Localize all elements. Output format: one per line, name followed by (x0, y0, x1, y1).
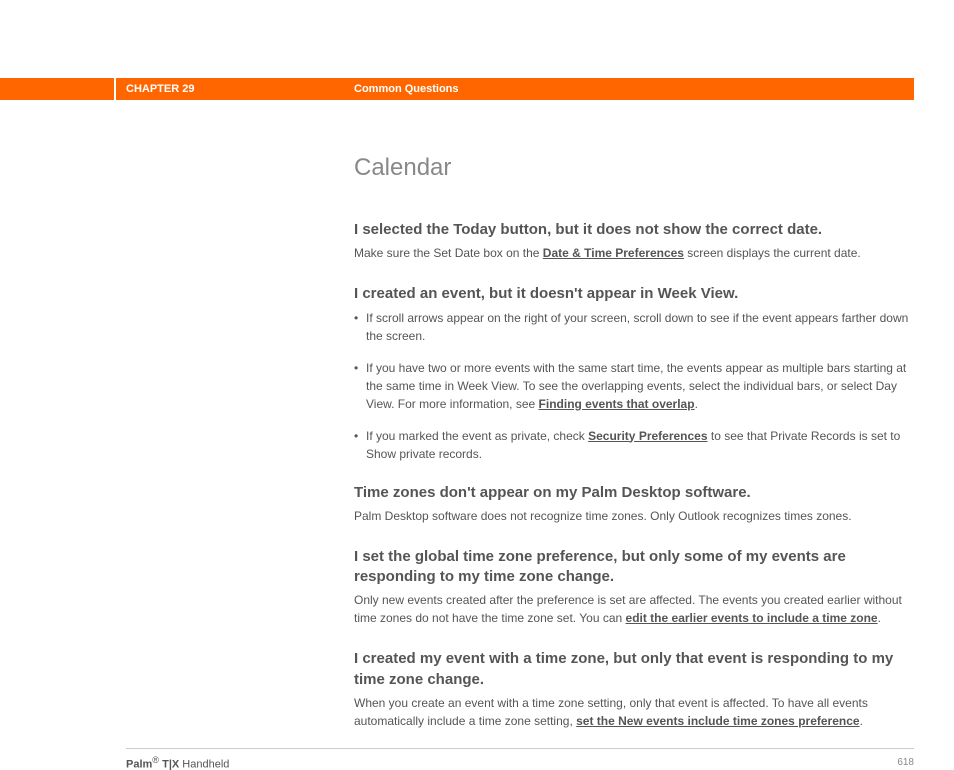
link-security-preferences[interactable]: Security Preferences (588, 429, 707, 443)
registered-mark: ® (152, 755, 159, 765)
answer-text: Only new events created after the prefer… (354, 591, 910, 627)
product-suffix: Handheld (179, 758, 229, 770)
answer-bullet-list: If scroll arrows appear on the right of … (354, 309, 910, 463)
text-fragment: . (878, 611, 881, 625)
text-fragment: . (860, 714, 863, 728)
text-fragment: screen displays the current date. (684, 246, 861, 260)
brand-text: Palm (126, 758, 152, 770)
document-page: CHAPTER 29 Common Questions Calendar I s… (0, 0, 954, 770)
section-label: Common Questions (354, 83, 459, 95)
answer-text: Palm Desktop software does not recognize… (354, 507, 910, 525)
chapter-header-bar: CHAPTER 29 Common Questions (0, 78, 954, 100)
answer-text: Make sure the Set Date box on the Date &… (354, 244, 910, 262)
header-accent-main: CHAPTER 29 Common Questions (116, 78, 914, 100)
text-fragment: If scroll arrows appear on the right of … (366, 311, 908, 343)
question-heading: I created my event with a time zone, but… (354, 649, 910, 690)
content-column: Calendar I selected the Today button, bu… (354, 150, 910, 730)
question-heading: Time zones don't appear on my Palm Deskt… (354, 483, 910, 503)
link-finding-events-overlap[interactable]: Finding events that overlap (539, 397, 695, 411)
answer-text: When you create an event with a time zon… (354, 694, 910, 730)
page-footer: Palm® T|X Handheld 618 (126, 748, 914, 770)
list-item: If scroll arrows appear on the right of … (354, 309, 910, 345)
page-title: Calendar (354, 150, 910, 186)
text-fragment: If you marked the event as private, chec… (366, 429, 588, 443)
list-item: If you marked the event as private, chec… (354, 427, 910, 463)
model-text: T|X (159, 758, 179, 770)
page-number: 618 (897, 757, 914, 768)
link-date-time-preferences[interactable]: Date & Time Preferences (543, 246, 684, 260)
header-accent-left (0, 78, 114, 100)
link-edit-earlier-events-timezone[interactable]: edit the earlier events to include a tim… (626, 611, 878, 625)
text-fragment: Make sure the Set Date box on the (354, 246, 543, 260)
list-item: If you have two or more events with the … (354, 359, 910, 413)
link-new-events-timezones-pref[interactable]: set the New events include time zones pr… (576, 714, 859, 728)
text-fragment: . (695, 397, 698, 411)
product-name: Palm® T|X Handheld (126, 755, 229, 770)
chapter-label: CHAPTER 29 (126, 83, 194, 95)
question-heading: I selected the Today button, but it does… (354, 220, 910, 240)
question-heading: I created an event, but it doesn't appea… (354, 284, 910, 304)
question-heading: I set the global time zone preference, b… (354, 547, 910, 588)
